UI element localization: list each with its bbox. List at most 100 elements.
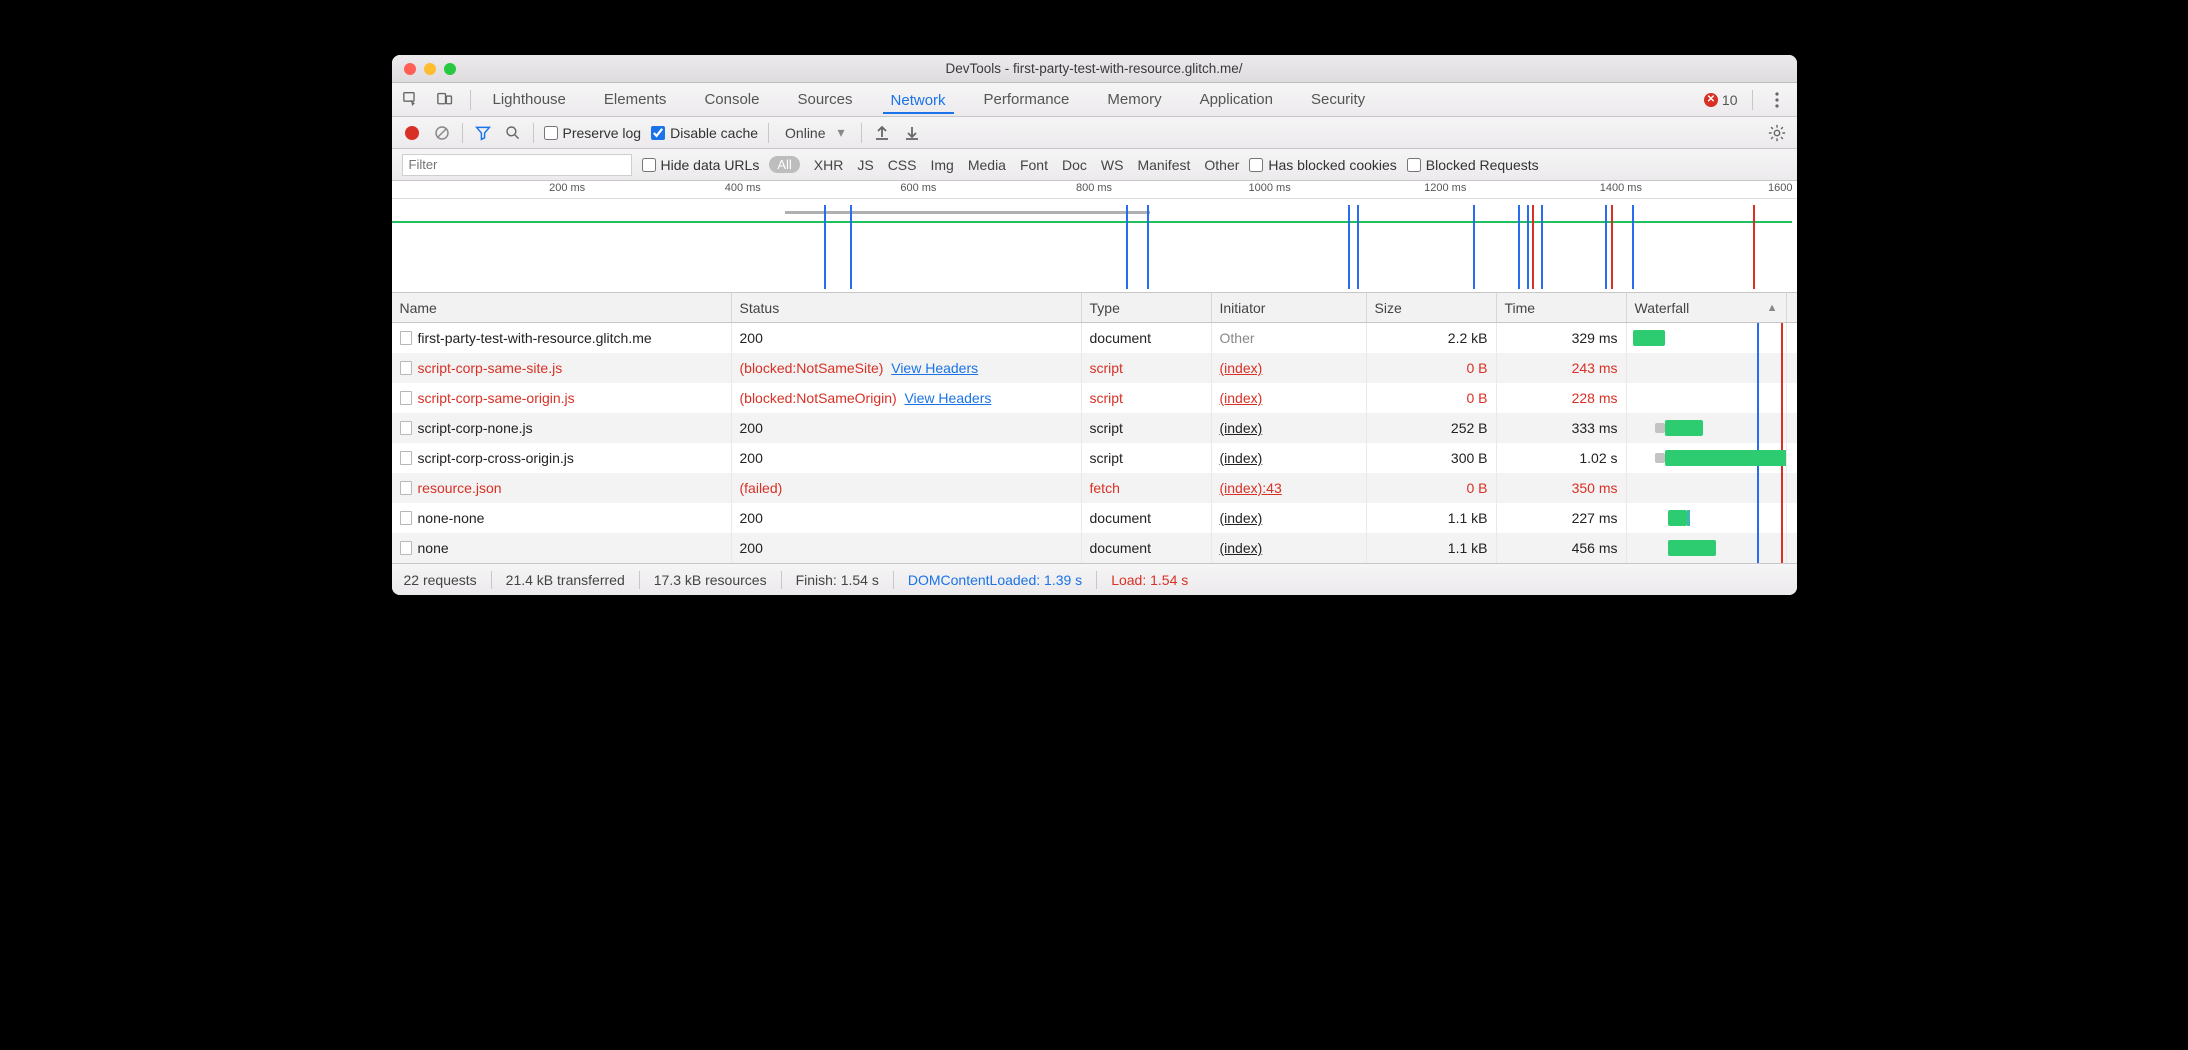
titlebar: DevTools - first-party-test-with-resourc… xyxy=(392,55,1797,83)
timeline-tick: 200 ms xyxy=(549,182,585,194)
request-size: 0 B xyxy=(1466,390,1487,406)
tab-console[interactable]: Console xyxy=(696,85,767,114)
table-row[interactable]: resource.json(failed)fetch(index):430 B3… xyxy=(392,473,1797,503)
request-name: first-party-test-with-resource.glitch.me xyxy=(418,330,652,346)
status-finish: Finish: 1.54 s xyxy=(796,572,879,588)
panel-tabstrip: Lighthouse Elements Console Sources Network P… xyxy=(392,83,1797,117)
filter-type-media[interactable]: Media xyxy=(968,157,1006,173)
filter-type-ws[interactable]: WS xyxy=(1101,157,1124,173)
request-status: 200 xyxy=(740,450,763,466)
search-icon[interactable] xyxy=(503,123,523,143)
timeline-tick: 400 ms xyxy=(725,182,761,194)
filter-type-other[interactable]: Other xyxy=(1204,157,1239,173)
request-size: 1.1 kB xyxy=(1448,510,1488,526)
request-size: 0 B xyxy=(1466,480,1487,496)
filter-type-doc[interactable]: Doc xyxy=(1062,157,1087,173)
chevron-down-icon: ▾ xyxy=(838,124,845,141)
tab-application[interactable]: Application xyxy=(1192,85,1281,114)
settings-gear-icon[interactable] xyxy=(1767,123,1787,143)
tab-elements[interactable]: Elements xyxy=(596,85,675,114)
timeline-tick: 600 ms xyxy=(900,182,936,194)
preserve-log-checkbox[interactable]: Preserve log xyxy=(544,125,642,141)
overview-timeline[interactable]: 200 ms400 ms600 ms800 ms1000 ms1200 ms14… xyxy=(392,181,1797,293)
table-row[interactable]: script-corp-none.js200script(index)252 B… xyxy=(392,413,1797,443)
request-initiator[interactable]: (index) xyxy=(1220,420,1263,436)
sort-asc-icon: ▲ xyxy=(1767,302,1778,314)
filter-type-js[interactable]: JS xyxy=(857,157,873,173)
status-transferred: 21.4 kB transferred xyxy=(506,572,625,588)
request-initiator[interactable]: (index):43 xyxy=(1220,480,1282,496)
error-count-badge[interactable]: ✕ 10 xyxy=(1704,92,1738,108)
request-initiator[interactable]: (index) xyxy=(1220,540,1263,556)
request-name: script-corp-cross-origin.js xyxy=(418,450,574,466)
download-har-icon[interactable] xyxy=(902,123,922,143)
devtools-window: DevTools - first-party-test-with-resourc… xyxy=(392,55,1797,595)
throttling-select[interactable]: Online ▾ xyxy=(779,124,851,141)
table-row[interactable]: first-party-test-with-resource.glitch.me… xyxy=(392,323,1797,353)
tab-memory[interactable]: Memory xyxy=(1099,85,1169,114)
request-type: fetch xyxy=(1090,480,1120,496)
disable-cache-checkbox[interactable]: Disable cache xyxy=(651,125,758,141)
filter-input[interactable] xyxy=(402,154,632,176)
view-headers-link[interactable]: View Headers xyxy=(891,360,978,376)
clear-icon[interactable] xyxy=(432,123,452,143)
request-time: 329 ms xyxy=(1572,330,1618,346)
request-initiator[interactable]: (index) xyxy=(1220,450,1263,466)
request-initiator[interactable]: (index) xyxy=(1220,390,1263,406)
status-bar: 22 requests 21.4 kB transferred 17.3 kB … xyxy=(392,563,1797,595)
hide-data-urls-checkbox[interactable]: Hide data URLs xyxy=(642,157,760,173)
table-row[interactable]: none-none200document(index)1.1 kB227 ms xyxy=(392,503,1797,533)
tab-network[interactable]: Network xyxy=(883,86,954,114)
request-name: script-corp-none.js xyxy=(418,420,533,436)
more-icon[interactable] xyxy=(1767,90,1787,110)
has-blocked-cookies-checkbox[interactable]: Has blocked cookies xyxy=(1249,157,1396,173)
col-type[interactable]: Type xyxy=(1082,293,1212,322)
request-initiator[interactable]: (index) xyxy=(1220,510,1263,526)
table-row[interactable]: script-corp-cross-origin.js200script(ind… xyxy=(392,443,1797,473)
tab-performance[interactable]: Performance xyxy=(976,85,1078,114)
table-row[interactable]: script-corp-same-site.js(blocked:NotSame… xyxy=(392,353,1797,383)
blocked-requests-checkbox[interactable]: Blocked Requests xyxy=(1407,157,1539,173)
request-size: 0 B xyxy=(1466,360,1487,376)
request-status: (failed) xyxy=(740,480,783,496)
waterfall-cell xyxy=(1627,443,1787,473)
status-resources: 17.3 kB resources xyxy=(654,572,767,588)
request-time: 456 ms xyxy=(1572,540,1618,556)
col-status[interactable]: Status xyxy=(732,293,1082,322)
filter-toolbar: Hide data URLs All XHR JS CSS Img Media Font Do… xyxy=(392,149,1797,181)
request-initiator[interactable]: (index) xyxy=(1220,360,1263,376)
filter-type-img[interactable]: Img xyxy=(930,157,953,173)
request-type: document xyxy=(1090,330,1151,346)
device-toolbar-icon[interactable] xyxy=(436,90,456,110)
table-header: Name Status Type Initiator Size Time Wat… xyxy=(392,293,1797,323)
upload-har-icon[interactable] xyxy=(872,123,892,143)
file-icon xyxy=(400,451,412,465)
tab-sources[interactable]: Sources xyxy=(789,85,860,114)
col-name[interactable]: Name xyxy=(392,293,732,322)
request-time: 228 ms xyxy=(1572,390,1618,406)
col-time[interactable]: Time xyxy=(1497,293,1627,322)
waterfall-cell xyxy=(1627,353,1787,383)
col-waterfall[interactable]: Waterfall▲ xyxy=(1627,293,1787,322)
filter-type-font[interactable]: Font xyxy=(1020,157,1048,173)
error-count-value: 10 xyxy=(1722,92,1738,108)
filter-type-all[interactable]: All xyxy=(769,156,799,173)
filter-type-css[interactable]: CSS xyxy=(888,157,917,173)
filter-type-xhr[interactable]: XHR xyxy=(814,157,844,173)
table-row[interactable]: none200document(index)1.1 kB456 ms xyxy=(392,533,1797,563)
status-domcontentloaded: DOMContentLoaded: 1.39 s xyxy=(908,572,1082,588)
view-headers-link[interactable]: View Headers xyxy=(904,390,991,406)
col-size[interactable]: Size xyxy=(1367,293,1497,322)
filter-icon[interactable] xyxy=(473,123,493,143)
request-table-body: first-party-test-with-resource.glitch.me… xyxy=(392,323,1797,563)
tab-lighthouse[interactable]: Lighthouse xyxy=(485,85,574,114)
tab-security[interactable]: Security xyxy=(1303,85,1373,114)
table-row[interactable]: script-corp-same-origin.js(blocked:NotSa… xyxy=(392,383,1797,413)
col-initiator[interactable]: Initiator xyxy=(1212,293,1367,322)
request-initiator: Other xyxy=(1220,330,1255,346)
waterfall-cell xyxy=(1627,473,1787,503)
inspect-element-icon[interactable] xyxy=(402,90,422,110)
request-size: 300 B xyxy=(1451,450,1488,466)
record-button[interactable] xyxy=(402,123,422,143)
filter-type-manifest[interactable]: Manifest xyxy=(1137,157,1190,173)
